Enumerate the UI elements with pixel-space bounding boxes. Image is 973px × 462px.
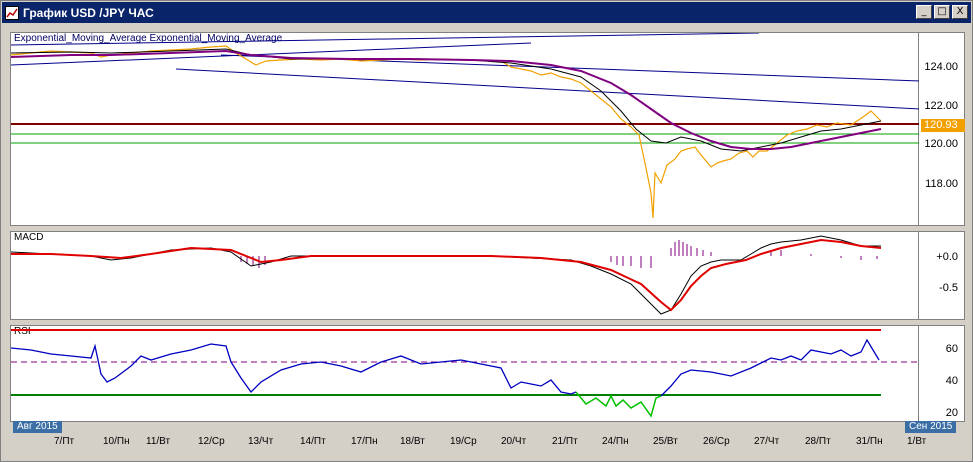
price-chart-svg xyxy=(11,33,920,219)
price-panel[interactable]: Exponential_Moving_Average Exponential_M… xyxy=(10,32,920,226)
chart-window: График USD /JPY ЧАС _ □ X Exponential_Mo… xyxy=(0,0,973,462)
time-tick: 27/Чт xyxy=(754,436,780,447)
rsi-label-20: 20 xyxy=(945,407,958,419)
time-tick: 7/Пт xyxy=(54,436,75,447)
rsi-chart-svg xyxy=(11,329,920,418)
time-tick: 17/Пн xyxy=(351,436,378,447)
time-tick: 10/Пн xyxy=(103,436,130,447)
price-label-120: 120.00 xyxy=(924,138,958,150)
macd-histogram xyxy=(240,240,878,268)
time-tick: 28/Пт xyxy=(805,436,831,447)
macd-label-zero: +0.0 xyxy=(936,251,958,263)
rsi-label-40: 40 xyxy=(945,375,958,387)
macd-signal-line xyxy=(11,238,882,312)
time-tick: 12/Ср xyxy=(198,436,225,447)
time-axis: 7/Пт 10/Пн 11/Вт 12/Ср 13/Чт 14/Пт 17/Пн… xyxy=(10,434,965,460)
time-tick: 26/Ср xyxy=(703,436,730,447)
time-tick: 19/Ср xyxy=(450,436,477,447)
rsi-label-60: 60 xyxy=(945,343,958,355)
current-price-badge: 120.93 xyxy=(921,119,965,132)
rsi-line-2 xyxy=(660,338,880,397)
upper-trendline xyxy=(11,33,760,46)
price-label-122: 122.00 xyxy=(924,100,958,112)
trendline-4 xyxy=(175,68,920,110)
rsi-panel[interactable]: RSI xyxy=(10,325,920,422)
price-line xyxy=(11,45,882,219)
rsi-axis: 60 40 20 xyxy=(919,325,965,422)
time-tick: 24/Пн xyxy=(602,436,629,447)
macd-line xyxy=(11,235,881,315)
time-tick: 20/Чт xyxy=(501,436,527,447)
price-label-118: 118.00 xyxy=(925,178,958,190)
time-tick: 13/Чт xyxy=(248,436,274,447)
macd-axis: +0.0 -0.5 xyxy=(919,231,965,320)
window-title: График USD /JPY ЧАС xyxy=(23,5,154,20)
time-tick: 31/Пн xyxy=(856,436,883,447)
rsi-line xyxy=(11,343,577,395)
maximize-button[interactable]: □ xyxy=(934,5,950,19)
minimize-button[interactable]: _ xyxy=(916,5,932,19)
title-bar[interactable]: График USD /JPY ЧАС _ □ X xyxy=(2,2,971,23)
time-tick: 14/Пт xyxy=(300,436,326,447)
macd-label-neg: -0.5 xyxy=(939,282,958,294)
time-tick: 25/Вт xyxy=(653,436,678,447)
time-tick: 11/Вт xyxy=(146,436,171,447)
macd-chart-svg xyxy=(11,235,882,315)
close-button[interactable]: X xyxy=(952,5,968,19)
left-strip xyxy=(2,24,9,460)
period-start-badge: Авг 2015 xyxy=(13,421,62,433)
macd-panel[interactable]: MACD xyxy=(10,231,919,320)
price-label-124: 124.00 xyxy=(924,61,958,73)
time-tick: 18/Вт xyxy=(400,436,425,447)
time-tick: 1/Вт xyxy=(907,436,927,447)
chart-app-icon xyxy=(5,5,19,20)
period-end-badge: Сен 2015 xyxy=(905,421,957,433)
time-tick: 21/Пт xyxy=(552,436,578,447)
